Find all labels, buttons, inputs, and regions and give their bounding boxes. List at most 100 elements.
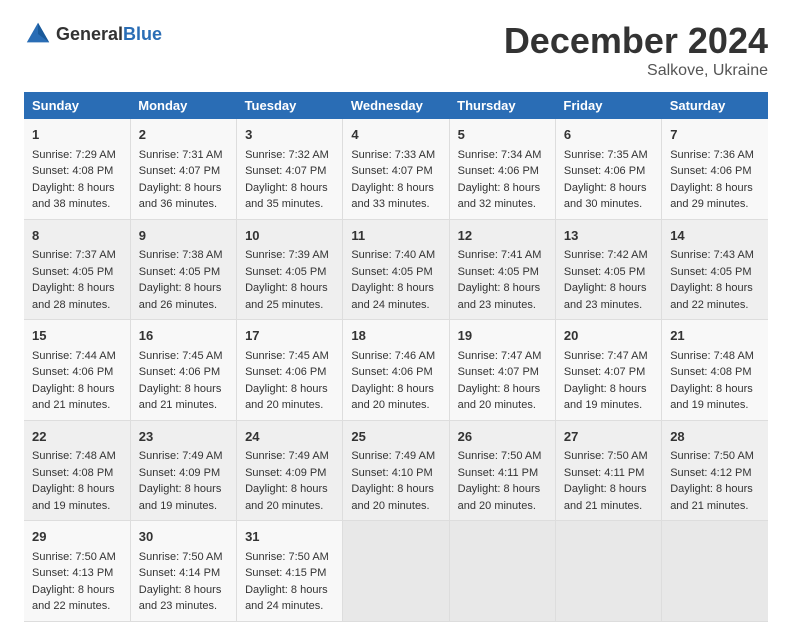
cell-week3-day4: 19Sunrise: 7:47 AMSunset: 4:07 PMDayligh…: [449, 320, 555, 421]
sunrise-label: Sunrise: 7:49 AM: [139, 450, 223, 462]
sunrise-label: Sunrise: 7:33 AM: [351, 149, 435, 161]
day-number: 20: [564, 326, 653, 346]
daylight-label: Daylight: 8 hours and 26 minutes.: [139, 282, 222, 311]
cell-week4-day1: 23Sunrise: 7:49 AMSunset: 4:09 PMDayligh…: [130, 420, 236, 521]
cell-week2-day2: 10Sunrise: 7:39 AMSunset: 4:05 PMDayligh…: [237, 219, 343, 320]
day-number: 19: [458, 326, 547, 346]
sunrise-label: Sunrise: 7:49 AM: [245, 450, 329, 462]
cell-week5-day2: 31 Sunrise: 7:50 AM Sunset: 4:15 PM Dayligh…: [237, 521, 343, 622]
sunset-label: Sunset: 4:06 PM: [670, 165, 751, 177]
sunrise-label: Sunrise: 7:50 AM: [245, 551, 329, 563]
day-number: 23: [139, 427, 228, 447]
daylight-label: Daylight: 8 hours and 35 minutes.: [245, 182, 328, 211]
cell-week4-day4: 26Sunrise: 7:50 AMSunset: 4:11 PMDayligh…: [449, 420, 555, 521]
day-number: 31: [245, 527, 334, 547]
day-number: 5: [458, 125, 547, 145]
sunset-label: Sunset: 4:06 PM: [564, 165, 645, 177]
week-row-5: 29Sunrise: 7:50 AMSunset: 4:13 PMDayligh…: [24, 521, 768, 622]
sunset-label: Sunset: 4:09 PM: [245, 467, 326, 479]
logo-general-text: General: [56, 24, 123, 44]
sunset-label: Sunset: 4:15 PM: [245, 567, 326, 579]
daylight-label: Daylight: 8 hours and 23 minutes.: [458, 282, 541, 311]
calendar-header: SundayMondayTuesdayWednesdayThursdayFrid…: [24, 92, 768, 119]
cell-week4-day3: 25Sunrise: 7:49 AMSunset: 4:10 PMDayligh…: [343, 420, 449, 521]
day-number: 6: [564, 125, 653, 145]
header-friday: Friday: [555, 92, 661, 119]
location-title: Salkove, Ukraine: [504, 62, 768, 80]
cell-week1-day2: 3Sunrise: 7:32 AMSunset: 4:07 PMDaylight…: [237, 119, 343, 219]
daylight-label: Daylight: 8 hours and 19 minutes.: [564, 383, 647, 412]
day-number: 13: [564, 226, 653, 246]
cell-week2-day0: 8Sunrise: 7:37 AMSunset: 4:05 PMDaylight…: [24, 219, 130, 320]
day-number: 16: [139, 326, 228, 346]
cell-week3-day2: 17Sunrise: 7:45 AMSunset: 4:06 PMDayligh…: [237, 320, 343, 421]
cell-week5-day0: 29Sunrise: 7:50 AMSunset: 4:13 PMDayligh…: [24, 521, 130, 622]
day-number: 24: [245, 427, 334, 447]
sunrise-label: Sunrise: 7:45 AM: [245, 350, 329, 362]
cell-week3-day0: 15Sunrise: 7:44 AMSunset: 4:06 PMDayligh…: [24, 320, 130, 421]
sunrise-label: Sunrise: 7:29 AM: [32, 149, 116, 161]
sunset-label: Sunset: 4:05 PM: [139, 266, 220, 278]
daylight-label: Daylight: 8 hours and 20 minutes.: [245, 483, 328, 512]
sunrise-label: Sunrise: 7:47 AM: [564, 350, 648, 362]
daylight-label: Daylight: 8 hours and 22 minutes.: [670, 282, 753, 311]
week-row-3: 15Sunrise: 7:44 AMSunset: 4:06 PMDayligh…: [24, 320, 768, 421]
cell-week4-day6: 28Sunrise: 7:50 AMSunset: 4:12 PMDayligh…: [662, 420, 768, 521]
day-number: 27: [564, 427, 653, 447]
cell-week3-day6: 21Sunrise: 7:48 AMSunset: 4:08 PMDayligh…: [662, 320, 768, 421]
cell-week1-day1: 2Sunrise: 7:31 AMSunset: 4:07 PMDaylight…: [130, 119, 236, 219]
sunrise-label: Sunrise: 7:31 AM: [139, 149, 223, 161]
sunrise-label: Sunrise: 7:43 AM: [670, 249, 754, 261]
daylight-label: Daylight: 8 hours and 20 minutes.: [458, 483, 541, 512]
cell-week1-day3: 4Sunrise: 7:33 AMSunset: 4:07 PMDaylight…: [343, 119, 449, 219]
daylight-label: Daylight: 8 hours and 20 minutes.: [458, 383, 541, 412]
cell-week5-day4: [449, 521, 555, 622]
daylight-label: Daylight: 8 hours and 30 minutes.: [564, 182, 647, 211]
day-number: 26: [458, 427, 547, 447]
sunset-label: Sunset: 4:05 PM: [351, 266, 432, 278]
day-number: 30: [139, 527, 228, 547]
cell-week2-day4: 12Sunrise: 7:41 AMSunset: 4:05 PMDayligh…: [449, 219, 555, 320]
cell-week3-day1: 16Sunrise: 7:45 AMSunset: 4:06 PMDayligh…: [130, 320, 236, 421]
daylight-label: Daylight: 8 hours and 24 minutes.: [245, 584, 328, 613]
cell-week5-day6: [662, 521, 768, 622]
day-number: 21: [670, 326, 760, 346]
logo-blue-text: Blue: [123, 24, 162, 44]
logo: GeneralBlue: [24, 20, 162, 48]
cell-week4-day5: 27 Sunrise: 7:50 AM Sunset: 4:11 PM Dayligh…: [555, 420, 661, 521]
cell-week5-day5: [555, 521, 661, 622]
sunrise-label: Sunrise: 7:50 AM: [670, 450, 754, 462]
sunrise-label: Sunrise: 7:48 AM: [32, 450, 116, 462]
sunrise-label: Sunrise: 7:48 AM: [670, 350, 754, 362]
sunset-label: Sunset: 4:06 PM: [245, 366, 326, 378]
cell-week2-day1: 9Sunrise: 7:38 AMSunset: 4:05 PMDaylight…: [130, 219, 236, 320]
sunset-label: Sunset: 4:05 PM: [564, 266, 645, 278]
sunrise-label: Sunrise: 7:45 AM: [139, 350, 223, 362]
day-number: 25: [351, 427, 440, 447]
sunset-label: Sunset: 4:12 PM: [670, 467, 751, 479]
sunset-label: Sunset: 4:08 PM: [32, 165, 113, 177]
sunset-label: Sunset: 4:06 PM: [351, 366, 432, 378]
title-area: December 2024 Salkove, Ukraine: [504, 20, 768, 80]
daylight-label: Daylight: 8 hours and 21 minutes.: [564, 483, 647, 512]
day-number: 1: [32, 125, 122, 145]
cell-week2-day6: 14Sunrise: 7:43 AMSunset: 4:05 PMDayligh…: [662, 219, 768, 320]
days-header-row: SundayMondayTuesdayWednesdayThursdayFrid…: [24, 92, 768, 119]
daylight-label: Daylight: 8 hours and 36 minutes.: [139, 182, 222, 211]
daylight-label: Daylight: 8 hours and 19 minutes.: [32, 483, 115, 512]
sunset-label: Sunset: 4:11 PM: [564, 467, 645, 479]
cell-week3-day5: 20Sunrise: 7:47 AMSunset: 4:07 PMDayligh…: [555, 320, 661, 421]
sunrise-label: Sunrise: 7:32 AM: [245, 149, 329, 161]
day-number: 4: [351, 125, 440, 145]
cell-week1-day4: 5Sunrise: 7:34 AMSunset: 4:06 PMDaylight…: [449, 119, 555, 219]
sunrise-label: Sunrise: 7:50 AM: [32, 551, 116, 563]
sunset-label: Sunset: 4:08 PM: [32, 467, 113, 479]
sunrise-label: Sunrise: 7:46 AM: [351, 350, 435, 362]
sunrise-label: Sunrise: 7:37 AM: [32, 249, 116, 261]
sunset-label: Sunset: 4:10 PM: [351, 467, 432, 479]
sunrise-label: Sunrise: 7:50 AM: [139, 551, 223, 563]
sunrise-label: Sunrise: 7:36 AM: [670, 149, 754, 161]
cell-week4-day2: 24 Sunrise: 7:49 AM Sunset: 4:09 PM Dayligh…: [237, 420, 343, 521]
sunrise-label: Sunrise: 7:50 AM: [564, 450, 648, 462]
sunset-label: Sunset: 4:08 PM: [670, 366, 751, 378]
